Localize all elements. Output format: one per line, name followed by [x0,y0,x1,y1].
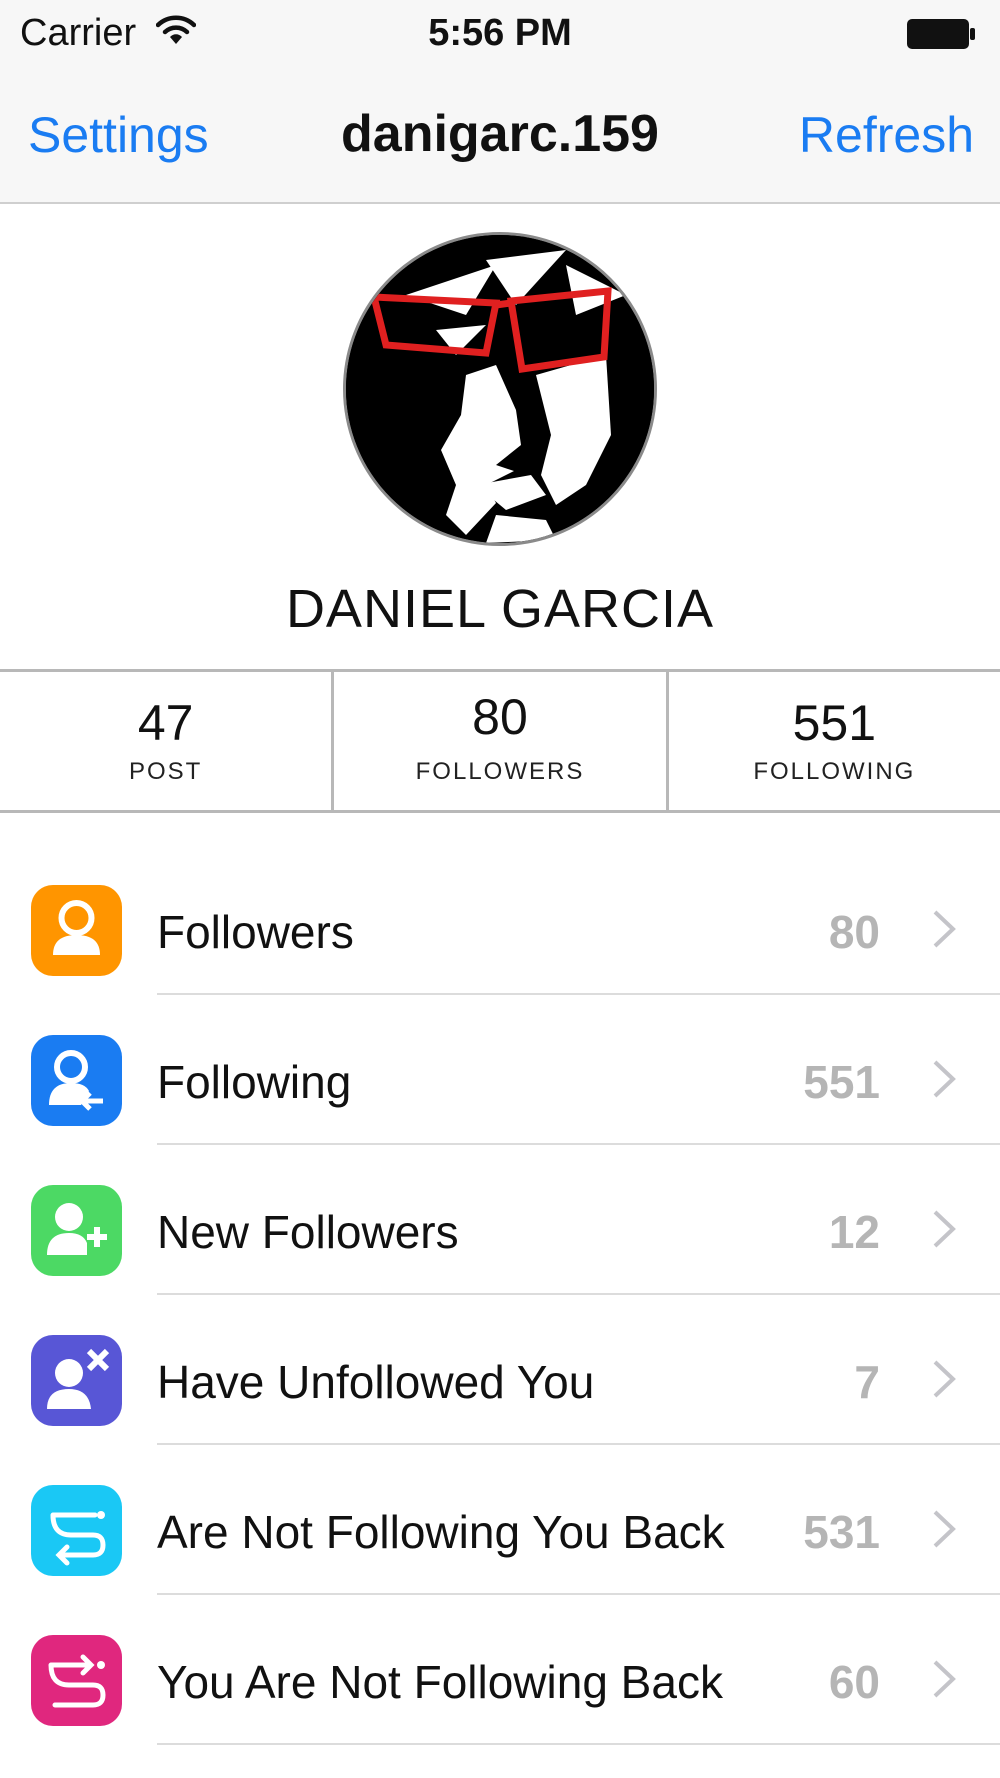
chevron-right-icon [933,1360,956,1398]
menu-item-count: 12 [828,1206,880,1258]
person-arrow-icon [31,1035,122,1126]
menu-item-count: 551 [803,1056,880,1108]
clock: 5:56 PM [428,12,572,54]
menu-item-label: New Followers [157,1206,459,1258]
separator [157,1743,1000,1745]
profile-name: DANIEL GARCIA [285,579,715,639]
chevron-right-icon [933,1510,956,1548]
menu-list: Followers 80 Following 551 New Followers… [0,845,1000,1745]
menu-item-label: Are Not Following You Back [157,1506,725,1558]
menu-item-label: Following [157,1056,352,1108]
stat-value: 551 [792,695,877,751]
chevron-right-icon [933,1060,956,1098]
menu-item-count: 7 [854,1356,880,1408]
menu-item-count: 60 [828,1656,880,1708]
swap-arrows-icon [31,1635,122,1726]
person-plus-icon [31,1185,122,1276]
menu-item-followers[interactable]: Followers 80 [0,845,1000,995]
menu-item-you-not-following-back[interactable]: You Are Not Following Back 60 [0,1595,1000,1745]
refresh-button[interactable]: Refresh [799,106,974,164]
stat-label: POST [128,758,203,785]
stat-label: FOLLOWERS [415,758,585,785]
chevron-right-icon [933,910,956,948]
menu-item-label: Followers [157,906,354,958]
avatar [343,232,657,546]
stat-followers[interactable]: 80 FOLLOWERS [331,672,665,810]
menu-item-following[interactable]: Following 551 [0,995,1000,1145]
menu-item-unfollowed[interactable]: Have Unfollowed You 7 [0,1295,1000,1445]
stat-value: 80 [472,689,528,745]
status-bar: Carrier 5:56 PM [0,0,1000,70]
navigation-bar: Settings danigarc.159 Refresh [0,70,1000,204]
menu-item-label: Have Unfollowed You [157,1356,595,1408]
menu-item-label: You Are Not Following Back [157,1656,723,1708]
stat-label: FOLLOWING [753,758,916,785]
menu-item-not-following-you-back[interactable]: Are Not Following You Back 531 [0,1445,1000,1595]
chevron-right-icon [933,1660,956,1698]
stat-value: 47 [137,695,194,751]
swap-arrows-icon [31,1485,122,1576]
menu-item-count: 531 [803,1506,880,1558]
battery-icon [906,18,976,50]
stat-posts[interactable]: 47 POST [0,672,331,810]
person-icon [31,885,122,976]
chevron-right-icon [933,1210,956,1248]
person-x-icon [31,1335,122,1426]
menu-item-count: 80 [828,906,880,958]
stats-bar: 47 POST 80 FOLLOWERS 551 FOLLOWING [0,669,1000,813]
menu-item-new-followers[interactable]: New Followers 12 [0,1145,1000,1295]
stat-following[interactable]: 551 FOLLOWING [665,672,1000,810]
